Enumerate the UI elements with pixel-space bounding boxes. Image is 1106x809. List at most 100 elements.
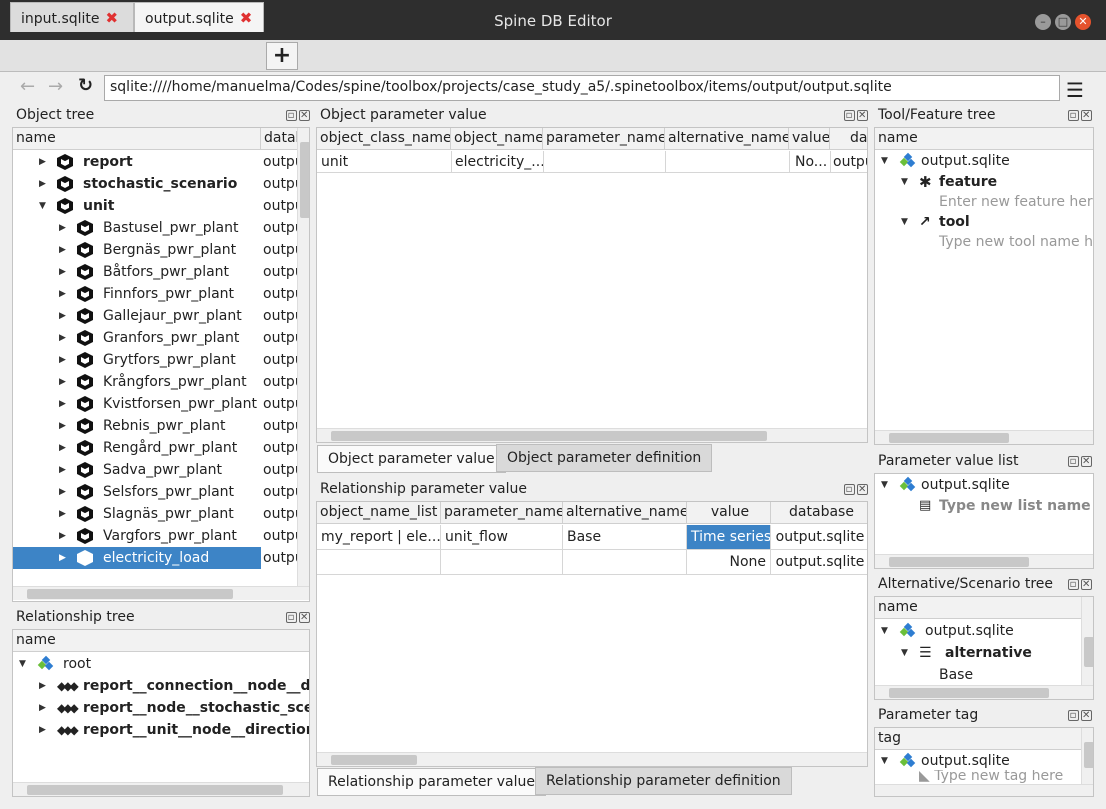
tree-feature-node[interactable]: ▼ ✱ feature	[875, 171, 1093, 193]
col-value[interactable]: value	[789, 128, 830, 150]
header-name[interactable]: name	[875, 128, 1093, 150]
table-row[interactable]: unit electricity_... No... outpu	[317, 151, 867, 173]
col-alternative-name[interactable]: alternative_name	[563, 502, 687, 524]
expand-arrow-icon[interactable]: ▶	[39, 151, 46, 173]
expand-arrow-icon[interactable]: ▶	[59, 503, 66, 525]
expand-arrow-icon[interactable]: ▶	[59, 283, 66, 305]
horizontal-scrollbar[interactable]	[317, 428, 867, 442]
expand-arrow-icon[interactable]: ▶	[59, 261, 66, 283]
expand-arrow-icon[interactable]: ▶	[59, 393, 66, 415]
tree-item[interactable]: ▶ Sadva_pwr_plant	[13, 459, 297, 481]
tree-root[interactable]: ▼ root	[13, 653, 309, 675]
expand-arrow-icon[interactable]: ▶	[39, 675, 46, 697]
header-name[interactable]: name	[13, 128, 261, 150]
table-cell[interactable]: Base	[563, 525, 687, 549]
list-placeholder[interactable]: Type new list name her	[939, 495, 1093, 517]
table-cell[interactable]: output.sqlite	[771, 550, 867, 574]
tree-item[interactable]: ▶ Slagnäs_pwr_plant	[13, 503, 297, 525]
vertical-scrollbar[interactable]	[1081, 597, 1093, 685]
header-database[interactable]: datab	[261, 128, 301, 150]
expand-arrow-icon[interactable]: ▶	[39, 173, 46, 195]
tab-relationship-parameter-definition[interactable]: Relationship parameter definition	[535, 767, 792, 795]
table-cell[interactable]: my_report | ele...	[317, 525, 441, 549]
table-cell[interactable]: None	[687, 550, 771, 574]
col-alternative-name[interactable]: alternative_name	[665, 128, 789, 150]
horizontal-scrollbar[interactable]	[875, 430, 1093, 444]
tree-item[interactable]: ▼ unit	[13, 195, 297, 217]
vertical-scrollbar[interactable]	[1081, 728, 1093, 784]
tree-item[interactable]: ▶ Selsfors_pwr_plant	[13, 481, 297, 503]
tree-item[interactable]: ▶ Vargfors_pwr_plant	[13, 525, 297, 547]
horizontal-scrollbar[interactable]	[317, 752, 867, 766]
expand-arrow-icon[interactable]: ▶	[59, 239, 66, 261]
tree-item[interactable]: ▶ Bastusel_pwr_plant	[13, 217, 297, 239]
tool-placeholder[interactable]: Type new tool name he	[939, 231, 1093, 253]
tab-object-parameter-definition[interactable]: Object parameter definition	[496, 444, 713, 472]
feature-placeholder[interactable]: Enter new feature here.	[939, 191, 1093, 213]
expand-arrow-icon[interactable]: ▶	[59, 525, 66, 547]
reload-icon[interactable]: ↻	[78, 75, 93, 96]
dock-buttons[interactable]: ▫ ✕	[1066, 456, 1092, 467]
col-parameter-name[interactable]: parameter_name	[441, 502, 563, 524]
add-tab-button[interactable]: +	[266, 42, 298, 70]
col-object-name-list[interactable]: object_name_list	[317, 502, 441, 524]
table-cell[interactable]	[441, 550, 563, 574]
table-cell[interactable]: Time series	[687, 525, 771, 549]
tree-item[interactable]: ▶ Rebnis_pwr_plant	[13, 415, 297, 437]
tree-db-node[interactable]: ▼ output.sqlite	[875, 750, 1081, 772]
tree-item[interactable]: ▶ Gallejaur_pwr_plant	[13, 305, 297, 327]
expand-arrow-icon[interactable]: ▶	[59, 349, 66, 371]
maximize-button[interactable]: □	[1055, 14, 1071, 30]
dock-buttons[interactable]: ▫ ✕	[842, 484, 868, 495]
minimize-button[interactable]: –	[1035, 14, 1051, 30]
expand-arrow-icon[interactable]: ▶	[59, 547, 66, 569]
expand-arrow-icon[interactable]: ▶	[39, 719, 46, 741]
header-name[interactable]: name	[13, 630, 309, 652]
new-list-row[interactable]: ▤ Type new list name her	[875, 495, 1093, 517]
horizontal-scrollbar[interactable]	[875, 784, 1093, 796]
tree-alternative-node[interactable]: ▼ ☰ alternative	[875, 642, 1081, 664]
tree-item[interactable]: ▶ ◆◆◆ report__unit__node__direction__	[13, 719, 309, 741]
tab-object-parameter-value[interactable]: Object parameter value	[317, 445, 506, 473]
horizontal-scrollbar[interactable]	[13, 586, 309, 600]
dock-buttons[interactable]: ▫ ✕	[1066, 110, 1092, 121]
dock-buttons[interactable]: ▫ ✕	[284, 612, 310, 623]
tree-db-node[interactable]: ▼ output.sqlite	[875, 620, 1081, 642]
dock-buttons[interactable]: ▫ ✕	[1066, 579, 1092, 590]
tab-output-sqlite[interactable]: output.sqlite ✖	[134, 2, 264, 32]
hamburger-menu-icon[interactable]: ☰	[1066, 78, 1084, 102]
close-tab-icon[interactable]: ✖	[106, 9, 119, 27]
tree-item[interactable]: ▶ Kvistforsen_pwr_plant	[13, 393, 297, 415]
tree-base-node[interactable]: Base	[939, 664, 1079, 686]
close-tab-icon[interactable]: ✖	[240, 9, 253, 27]
expand-arrow-icon[interactable]: ▼	[39, 195, 46, 217]
table-row[interactable]: my_report | ele... unit_flow Base Time seri…	[317, 525, 867, 550]
dock-buttons[interactable]: ▫ ✕	[842, 110, 868, 121]
header-name[interactable]: name	[875, 597, 1081, 619]
tree-tool-node[interactable]: ▼ ↗ tool	[875, 211, 1093, 233]
col-database[interactable]: dat	[830, 128, 867, 150]
col-object-name[interactable]: object_name	[451, 128, 543, 150]
tree-item[interactable]: ▶ report	[13, 151, 297, 173]
tree-item[interactable]: ▶ ◆◆◆ report__connection__node__dire	[13, 675, 309, 697]
cell-object-name[interactable]: electricity_...	[455, 151, 545, 173]
cell-value[interactable]: No...	[795, 151, 827, 173]
tree-item[interactable]: ▶ Krångfors_pwr_plant	[13, 371, 297, 393]
tree-item[interactable]: ▶ Rengård_pwr_plant	[13, 437, 297, 459]
back-arrow-icon[interactable]: ←	[20, 76, 35, 97]
expand-arrow-icon[interactable]: ▶	[59, 305, 66, 327]
tree-item[interactable]: ▶ stochastic_scenario	[13, 173, 297, 195]
expand-arrow-icon[interactable]: ▶	[59, 371, 66, 393]
header-tag[interactable]: tag	[875, 728, 1081, 750]
expand-arrow-icon[interactable]: ▶	[39, 697, 46, 719]
expand-arrow-icon[interactable]: ▶	[59, 481, 66, 503]
url-input[interactable]: sqlite:////home/manuelma/Codes/spine/too…	[104, 75, 1060, 101]
tree-item[interactable]: ▶ Bergnäs_pwr_plant	[13, 239, 297, 261]
tag-placeholder[interactable]: ◣ Type new tag here	[919, 770, 1079, 784]
tree-item[interactable]: ▶ electricity_load	[13, 547, 261, 569]
tree-item[interactable]: ▶ Granfors_pwr_plant	[13, 327, 297, 349]
tree-item[interactable]: ▶ ◆◆◆ report__node__stochastic_scenar	[13, 697, 309, 719]
horizontal-scrollbar[interactable]	[875, 554, 1093, 568]
horizontal-scrollbar[interactable]	[875, 685, 1093, 699]
dock-buttons[interactable]: ▫ ✕	[284, 110, 310, 121]
